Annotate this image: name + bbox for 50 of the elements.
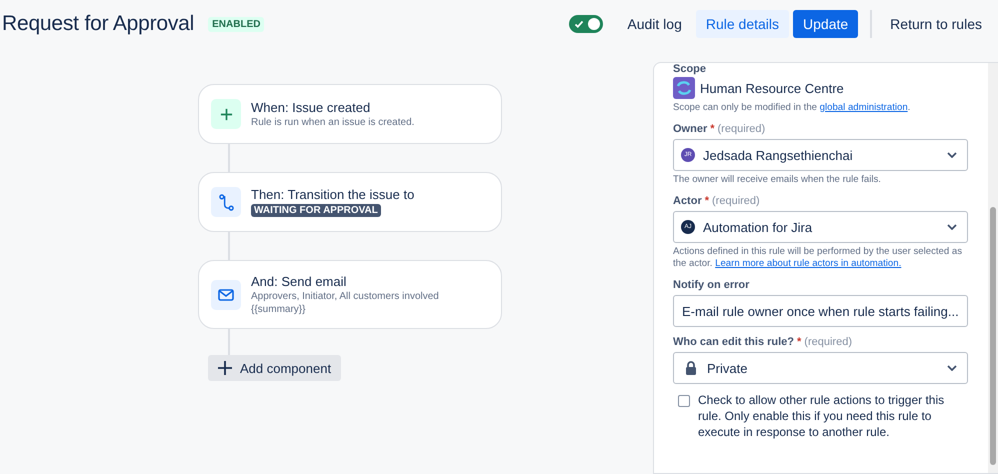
required-hint: (required) <box>712 195 760 207</box>
checkbox-label: Check to allow other rule actions to trigger this rule. Only enable this if you need this rule to execute in response to another rule. <box>698 392 946 440</box>
project-avatar-icon <box>673 77 695 99</box>
chevron-down-icon <box>947 365 957 371</box>
rule-step-card[interactable]: When: Issue created Rule is run when an issue is created. <box>198 84 502 144</box>
plus-icon <box>218 361 232 375</box>
scrollbar[interactable] <box>988 63 998 473</box>
step-description: Approvers, Initiator, All customers involved <box>251 291 439 302</box>
page-title: Request for Approval <box>2 12 194 36</box>
step-title: When: Issue created <box>251 100 370 115</box>
help-text: Scope can only be modified in the global administration. <box>673 102 912 114</box>
checkbox[interactable] <box>678 395 690 407</box>
rule-actors-link[interactable]: Learn more about rule actors in automation. <box>715 258 902 269</box>
branch-path-icon <box>218 194 234 210</box>
required-asterisk: * <box>797 336 802 348</box>
editors-select[interactable]: Private <box>673 352 968 384</box>
rule-step-card[interactable]: And: Send email Approvers, Initiator, All customers involved {{summary}} <box>198 260 502 329</box>
help-text: The owner will receive emails when the rule fails. <box>673 174 882 186</box>
field-label: Who can edit this rule? <box>673 336 794 348</box>
rule-details-button[interactable]: Rule details <box>696 10 790 38</box>
required-asterisk: * <box>704 195 710 207</box>
step-description: {{summary}} <box>251 304 306 315</box>
field-label: Notify on error <box>673 279 750 291</box>
required-hint: (required) <box>804 336 852 348</box>
plus-icon <box>220 108 232 120</box>
global-administration-link[interactable]: global administration <box>820 102 908 113</box>
audit-log-button[interactable]: Audit log <box>617 10 692 38</box>
enable-toggle[interactable] <box>569 15 604 33</box>
lock-icon <box>685 361 697 375</box>
field-label: Owner <box>673 123 708 135</box>
chevron-down-icon <box>947 152 957 158</box>
add-component-button[interactable]: Add component <box>208 355 342 381</box>
step-title: Then: Transition the issue to <box>251 187 414 202</box>
notify-select[interactable]: E-mail rule owner once when rule starts failing... <box>673 295 968 327</box>
envelope-icon <box>218 288 234 300</box>
step-description: Rule is run when an issue is created. <box>251 117 414 128</box>
required-asterisk: * <box>710 123 715 135</box>
return-to-rules-button[interactable]: Return to rules <box>880 10 992 38</box>
help-text: Actions defined in this rule will be performed by the user selected as the actor. Learn more about rule actors in automation. <box>673 246 964 270</box>
rule-step-card[interactable]: Then: Transition the issue to WAITING FOR APPROVAL <box>198 172 502 232</box>
field-label: Scope <box>673 63 708 75</box>
field-label: Actor <box>673 195 702 207</box>
step-title: And: Send email <box>251 274 346 289</box>
status-lozenge: ENABLED <box>208 16 264 32</box>
update-button[interactable]: Update <box>793 10 858 38</box>
check-icon <box>574 19 584 29</box>
status-lozenge: WAITING FOR APPROVAL <box>251 204 381 217</box>
scope-name: Human Resource Centre <box>700 80 844 96</box>
required-hint: (required) <box>718 123 766 135</box>
chevron-down-icon <box>947 224 957 230</box>
